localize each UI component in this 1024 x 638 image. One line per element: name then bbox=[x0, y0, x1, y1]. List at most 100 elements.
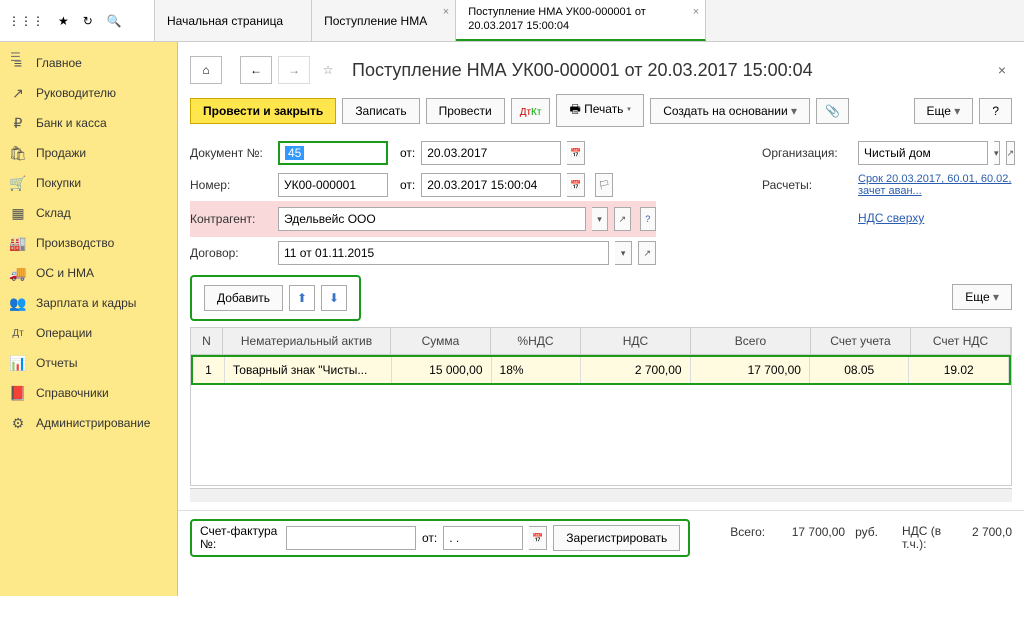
close-icon[interactable]: × bbox=[693, 6, 699, 18]
sidebar-item-label: Производство bbox=[36, 236, 114, 250]
sidebar-item-label: Склад bbox=[36, 206, 71, 220]
forward-button[interactable]: → bbox=[278, 56, 310, 84]
bag-icon: 🛍 bbox=[10, 145, 26, 161]
label-invoice-no: Счет-фактура №: bbox=[200, 525, 280, 551]
table-row[interactable]: 1 Товарный знак "Чисты... 15 000,00 18% … bbox=[191, 355, 1011, 385]
help-button[interactable]: ? bbox=[979, 98, 1012, 124]
register-button[interactable]: Зарегистрировать bbox=[553, 525, 680, 551]
post-close-button[interactable]: Провести и закрыть bbox=[190, 98, 336, 124]
back-button[interactable]: ← bbox=[240, 56, 272, 84]
col-n: N bbox=[191, 328, 223, 354]
datetime-input[interactable] bbox=[421, 173, 561, 197]
invoice-no-input[interactable] bbox=[286, 526, 416, 550]
label-organization: Организация: bbox=[762, 146, 852, 160]
label-counterparty: Контрагент: bbox=[190, 212, 272, 226]
date-input[interactable] bbox=[421, 141, 561, 165]
flag-icon[interactable]: 🏳 bbox=[595, 173, 613, 197]
sidebar-item-warehouse[interactable]: ▦Склад bbox=[0, 198, 177, 228]
sidebar-item-main[interactable]: ≡Главное bbox=[0, 48, 177, 78]
contract-input[interactable] bbox=[278, 241, 609, 265]
sidebar-item-salary[interactable]: 👥Зарплата и кадры bbox=[0, 288, 177, 318]
post-button[interactable]: Провести bbox=[426, 98, 505, 124]
cart-icon: 🛒 bbox=[10, 175, 26, 191]
add-button[interactable]: Добавить bbox=[204, 285, 283, 311]
sidebar-item-directories[interactable]: 📕Справочники bbox=[0, 378, 177, 408]
cell-vat-account: 19.02 bbox=[909, 357, 1009, 383]
vat-mode-link[interactable]: НДС сверху bbox=[858, 211, 924, 225]
home-button[interactable]: ⌂ bbox=[190, 56, 222, 84]
write-button[interactable]: Записать bbox=[342, 98, 419, 124]
dt-icon: Дт bbox=[10, 325, 26, 341]
doc-no-input[interactable]: 45 bbox=[278, 141, 388, 165]
tab-home[interactable]: Начальная страница bbox=[155, 0, 312, 41]
horizontal-scrollbar[interactable] bbox=[190, 488, 1012, 502]
col-account: Счет учета bbox=[811, 328, 911, 354]
print-button[interactable]: 🖶 Печать bbox=[556, 94, 644, 127]
cell-total: 17 700,00 bbox=[691, 357, 810, 383]
open-icon[interactable]: ↗ bbox=[1006, 141, 1016, 165]
settlements-link[interactable]: Срок 20.03.2017, 60.01, 60.02, зачет ава… bbox=[858, 173, 1012, 197]
label-total: Всего: bbox=[730, 525, 765, 539]
dropdown-icon[interactable]: ▾ bbox=[592, 207, 608, 231]
dropdown-icon[interactable]: ▾ bbox=[994, 141, 1000, 165]
dropdown-icon[interactable]: ▾ bbox=[615, 241, 633, 265]
label-doc-no: Документ №: bbox=[190, 146, 272, 160]
sidebar-item-admin[interactable]: ⚙Администрирование bbox=[0, 408, 177, 438]
calendar-icon[interactable]: 📅 bbox=[567, 173, 585, 197]
favorite-icon[interactable]: ☆ bbox=[316, 58, 340, 82]
create-based-button[interactable]: Создать на основании bbox=[650, 98, 810, 124]
open-icon[interactable]: ↗ bbox=[614, 207, 630, 231]
sidebar-item-os-nma[interactable]: 🚚ОС и НМА bbox=[0, 258, 177, 288]
label-contract: Договор: bbox=[190, 246, 272, 260]
apps-icon[interactable]: ⋮⋮⋮ bbox=[8, 14, 44, 28]
close-icon[interactable]: × bbox=[992, 62, 1012, 78]
sidebar-item-operations[interactable]: Дт Операции bbox=[0, 318, 177, 348]
sidebar-item-sales[interactable]: 🛍Продажи bbox=[0, 138, 177, 168]
star-icon[interactable]: ★ bbox=[58, 14, 69, 28]
calendar-icon[interactable]: 📅 bbox=[567, 141, 585, 165]
col-vat-account: Счет НДС bbox=[911, 328, 1011, 354]
gear-icon: ⚙ bbox=[10, 415, 26, 431]
sidebar-item-manager[interactable]: ↗ Руководителю bbox=[0, 78, 177, 108]
move-down-icon[interactable]: ⬇ bbox=[321, 285, 347, 311]
sidebar-item-label: Операции bbox=[36, 326, 92, 340]
help-icon[interactable]: ? bbox=[640, 207, 656, 231]
ruble-icon: ₽ bbox=[10, 115, 26, 131]
counterparty-input[interactable] bbox=[278, 207, 586, 231]
page-title: Поступление НМА УК00-000001 от 20.03.201… bbox=[352, 60, 813, 81]
sidebar: ☰ ≡Главное ↗ Руководителю ₽Банк и касса 🛍… bbox=[0, 42, 178, 596]
move-up-icon[interactable]: ⬆ bbox=[289, 285, 315, 311]
items-table: N Нематериальный актив Сумма %НДС НДС Вс… bbox=[190, 327, 1012, 486]
label-number: Номер: bbox=[190, 178, 272, 192]
close-icon[interactable]: × bbox=[443, 6, 449, 18]
label-from: от: bbox=[422, 531, 437, 545]
cell-sum: 15 000,00 bbox=[392, 357, 492, 383]
chart-icon: ↗ bbox=[10, 85, 26, 101]
tab-nma-list[interactable]: Поступление НМА × bbox=[312, 0, 456, 41]
sidebar-item-production[interactable]: 🏭Производство bbox=[0, 228, 177, 258]
organization-input[interactable] bbox=[858, 141, 988, 165]
sidebar-item-purchases[interactable]: 🛒 Покупки bbox=[0, 168, 177, 198]
open-icon[interactable]: ↗ bbox=[638, 241, 656, 265]
sidebar-item-bank[interactable]: ₽Банк и касса bbox=[0, 108, 177, 138]
truck-icon: 🚚 bbox=[10, 265, 26, 281]
col-sum: Сумма bbox=[391, 328, 491, 354]
sidebar-item-label: Справочники bbox=[36, 386, 109, 400]
tab-nma-doc[interactable]: Поступление НМА УК00-000001 от 20.03.201… bbox=[456, 0, 706, 41]
sidebar-item-label: Покупки bbox=[36, 176, 81, 190]
more-table-button[interactable]: Еще bbox=[952, 284, 1012, 310]
more-button[interactable]: Еще bbox=[914, 98, 974, 124]
cell-account: 08.05 bbox=[810, 357, 910, 383]
calendar-icon[interactable]: 📅 bbox=[529, 526, 547, 550]
menu-icon[interactable]: ☰ bbox=[10, 50, 21, 64]
invoice-date-input[interactable] bbox=[443, 526, 523, 550]
sidebar-item-reports[interactable]: 📊Отчеты bbox=[0, 348, 177, 378]
history-icon[interactable]: ↻ bbox=[83, 14, 93, 28]
number-input[interactable] bbox=[278, 173, 388, 197]
attach-button[interactable]: 📎 bbox=[816, 98, 849, 124]
search-icon[interactable]: 🔍 bbox=[107, 14, 122, 28]
sidebar-item-label: Руководителю bbox=[36, 86, 116, 100]
col-vatpct: %НДС bbox=[491, 328, 581, 354]
dtkt-button[interactable]: ДтКт bbox=[511, 98, 551, 124]
tab-label: Поступление НМА bbox=[324, 14, 427, 28]
